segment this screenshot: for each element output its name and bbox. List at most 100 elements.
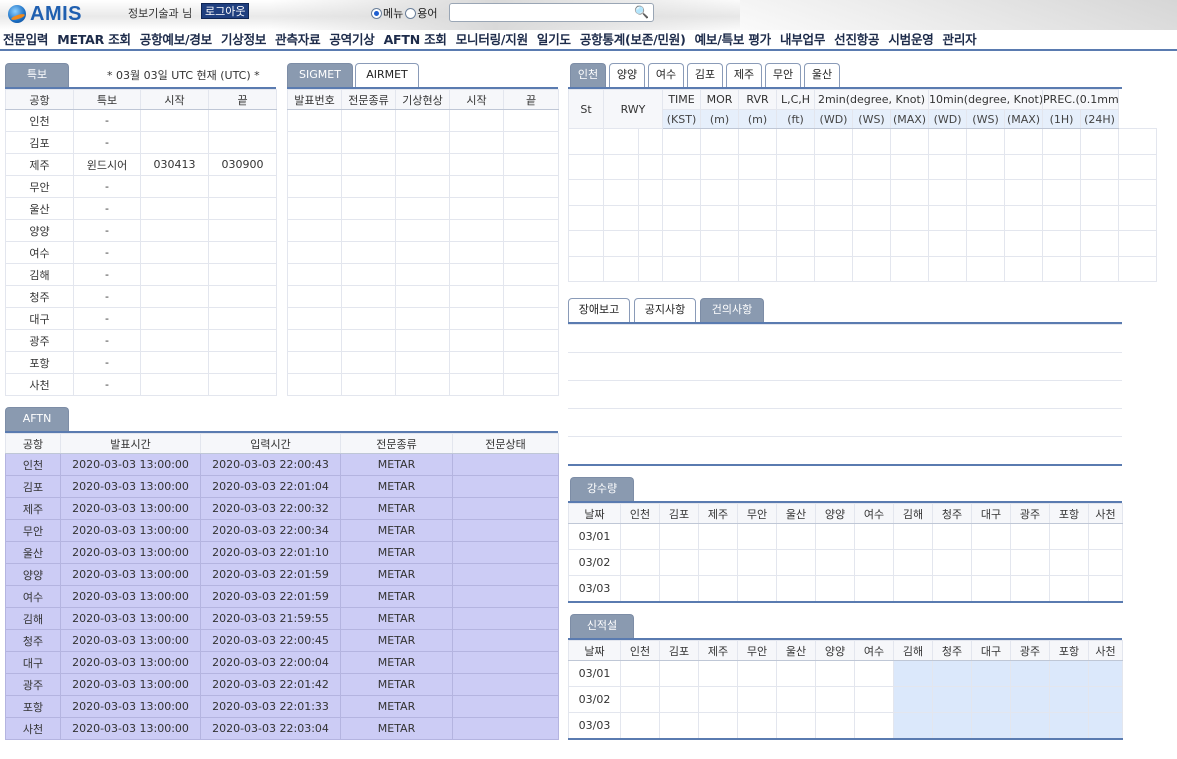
- table-row[interactable]: 인천 2020-03-03 13:00:00 2020-03-03 22:00:43…: [5, 453, 559, 476]
- nav-item[interactable]: 모니터링/지원: [453, 30, 534, 49]
- tab-airport[interactable]: 여수: [648, 63, 684, 87]
- table-row[interactable]: 제주 윈드시어 030413 030900: [5, 153, 277, 176]
- tab-aftn[interactable]: AFTN: [5, 407, 69, 431]
- tab-report[interactable]: 공지사항: [634, 298, 696, 322]
- table-row[interactable]: 포항 -: [5, 351, 277, 374]
- table-cell: 여수: [5, 585, 61, 608]
- table-cell: [659, 660, 699, 687]
- table-cell: [1088, 549, 1123, 576]
- table-cell: 제주: [5, 153, 74, 176]
- table-cell: [568, 380, 1122, 409]
- tab-airport[interactable]: 무안: [765, 63, 801, 87]
- table-row[interactable]: 청주 -: [5, 285, 277, 308]
- table-row[interactable]: 여수 2020-03-03 13:00:00 2020-03-03 22:01:59…: [5, 585, 559, 608]
- tab-snow[interactable]: 신적설: [570, 614, 634, 638]
- table-cell: [503, 153, 559, 176]
- nav-item[interactable]: 시범운영: [885, 30, 939, 49]
- table-cell: [971, 523, 1011, 550]
- radio-term[interactable]: 용어: [405, 5, 438, 21]
- table-cell: [568, 153, 604, 180]
- table-cell: [928, 128, 968, 155]
- table-row[interactable]: 김포 2020-03-03 13:00:00 2020-03-03 22:01:04…: [5, 475, 559, 498]
- table-cell: [815, 549, 855, 576]
- sigmet-table: 발표번호 전문종류 기상현상 시작 끝: [287, 89, 559, 396]
- table-row[interactable]: 양양 2020-03-03 13:00:00 2020-03-03 22:01:59…: [5, 563, 559, 586]
- table-cell: [395, 219, 450, 242]
- nav-item[interactable]: 관측자료: [272, 30, 326, 49]
- nav-item[interactable]: 내부업무: [777, 30, 831, 49]
- table-cell: 2020-03-03 13:00:00: [60, 629, 201, 652]
- table-row[interactable]: 사천 2020-03-03 13:00:00 2020-03-03 22:03:04…: [5, 717, 559, 740]
- table-row[interactable]: 인천 -: [5, 109, 277, 132]
- table-cell: [738, 255, 778, 282]
- table-cell: [620, 549, 660, 576]
- table-row[interactable]: 포항 2020-03-03 13:00:00 2020-03-03 22:01:33…: [5, 695, 559, 718]
- nav-item[interactable]: 기상정보: [218, 30, 272, 49]
- table-row[interactable]: 광주 2020-03-03 13:00:00 2020-03-03 22:01:42…: [5, 673, 559, 696]
- table-row[interactable]: 대구 -: [5, 307, 277, 330]
- column-header: 2min(degree, Knot): [814, 89, 930, 110]
- table-cell: 030413: [140, 153, 209, 176]
- table-row[interactable]: 울산 -: [5, 197, 277, 220]
- table-cell: 2020-03-03 13:00:00: [60, 695, 201, 718]
- table-row[interactable]: 무안 2020-03-03 13:00:00 2020-03-03 22:00:34…: [5, 519, 559, 542]
- column-header: 여수: [854, 503, 894, 524]
- table-row[interactable]: 양양 -: [5, 219, 277, 242]
- nav-item[interactable]: 공항통계(보존/민원): [577, 30, 692, 49]
- table-cell: [208, 109, 277, 132]
- table-cell: 2020-03-03 22:01:59: [200, 563, 341, 586]
- amis-logo[interactable]: AMIS: [6, 2, 96, 26]
- table-row[interactable]: 김포 -: [5, 131, 277, 154]
- tab-airport[interactable]: 울산: [804, 63, 840, 87]
- table-cell: [341, 219, 396, 242]
- tab-report[interactable]: 장애보고: [568, 298, 630, 322]
- tab-rain[interactable]: 강수량: [570, 477, 634, 501]
- tab-airport[interactable]: 인천: [570, 63, 606, 87]
- table-row[interactable]: 김해 2020-03-03 13:00:00 2020-03-03 21:59:55…: [5, 607, 559, 630]
- table-row: [287, 219, 559, 242]
- nav-item[interactable]: 전문입력: [0, 30, 54, 49]
- table-cell: [341, 329, 396, 352]
- nav-item[interactable]: 예보/특보 평가: [692, 30, 777, 49]
- table-cell: [503, 219, 559, 242]
- search-icon[interactable]: 🔍: [634, 5, 649, 19]
- table-row[interactable]: 무안 -: [5, 175, 277, 198]
- tab-report[interactable]: 건의사항: [700, 298, 764, 322]
- column-header: (24H): [1080, 109, 1120, 129]
- table-cell: 김포: [5, 475, 61, 498]
- tab-airmet[interactable]: AIRMET: [355, 63, 419, 87]
- table-row[interactable]: 사천 -: [5, 373, 277, 396]
- tab-warning[interactable]: 특보: [5, 63, 69, 87]
- logout-button[interactable]: 로그아웃: [201, 3, 250, 19]
- table-cell: 대구: [5, 307, 74, 330]
- table-cell: [449, 219, 504, 242]
- table-cell: [1080, 128, 1120, 155]
- table-cell: [449, 131, 504, 154]
- table-cell: METAR: [340, 453, 453, 476]
- column-header: (MAX): [1004, 109, 1044, 129]
- table-cell: [966, 153, 1006, 180]
- search-input[interactable]: 🔍: [449, 3, 654, 22]
- nav-item[interactable]: METAR 조회: [54, 30, 137, 49]
- nav-item[interactable]: 관리자: [940, 30, 983, 49]
- table-row[interactable]: 여수 -: [5, 241, 277, 264]
- nav-item[interactable]: AFTN 조회: [381, 30, 453, 49]
- nav-item[interactable]: 공항예보/경보: [137, 30, 218, 49]
- table-cell: [568, 204, 604, 231]
- tab-sigmet[interactable]: SIGMET: [287, 63, 353, 87]
- nav-item[interactable]: 일기도: [534, 30, 577, 49]
- tab-airport[interactable]: 제주: [726, 63, 762, 87]
- table-row[interactable]: 청주 2020-03-03 13:00:00 2020-03-03 22:00:45…: [5, 629, 559, 652]
- table-row[interactable]: 대구 2020-03-03 13:00:00 2020-03-03 22:00:04…: [5, 651, 559, 674]
- tab-airport[interactable]: 양양: [609, 63, 645, 87]
- table-row[interactable]: 울산 2020-03-03 13:00:00 2020-03-03 22:01:10…: [5, 541, 559, 564]
- tab-airport[interactable]: 김포: [687, 63, 723, 87]
- table-cell: [140, 241, 209, 264]
- table-row[interactable]: 제주 2020-03-03 13:00:00 2020-03-03 22:00:32…: [5, 497, 559, 520]
- nav-item[interactable]: 공역기상: [326, 30, 380, 49]
- nav-item[interactable]: 선진항공: [831, 30, 885, 49]
- table-row[interactable]: 김해 -: [5, 263, 277, 286]
- radio-menu[interactable]: 메뉴: [371, 5, 403, 21]
- table-cell: [659, 686, 699, 713]
- table-row[interactable]: 광주 -: [5, 329, 277, 352]
